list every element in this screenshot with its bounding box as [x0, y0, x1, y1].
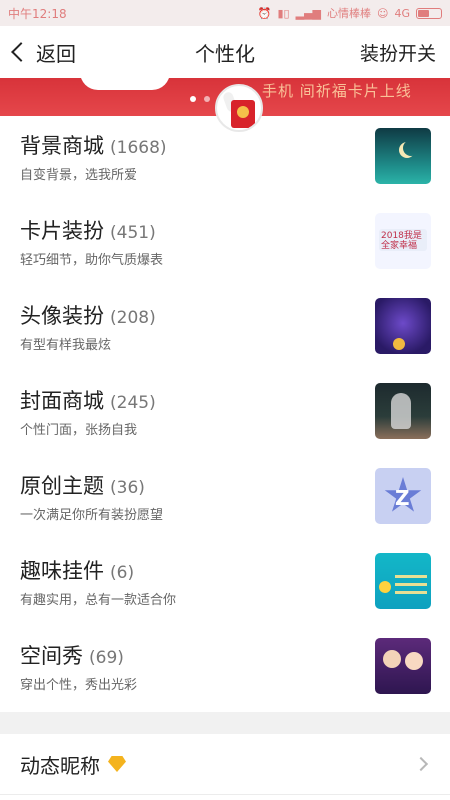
banner-dot[interactable] — [204, 96, 210, 102]
item-description: 有型有样我最炫 — [20, 338, 112, 353]
item-title-row: 趣味挂件 (6) — [20, 555, 134, 585]
list-item-cover-store[interactable]: 封面商城 (245) 个性门面，张扬自我 — [0, 371, 450, 456]
status-time: 中午12:18 — [8, 6, 67, 21]
item-count: (1668) — [110, 138, 167, 158]
widget-thumbnail — [375, 553, 431, 609]
dress-up-switch-button[interactable]: 装扮开关 — [360, 26, 436, 78]
vibrate-icon: ▮▯ — [277, 6, 290, 20]
widget-lines-decoration — [395, 575, 427, 599]
banner-dot[interactable] — [190, 96, 196, 102]
item-count: (69) — [89, 648, 124, 668]
item-count: (6) — [110, 563, 135, 583]
item-count: (245) — [110, 393, 156, 413]
list-item-card-dressup[interactable]: 卡片装扮 (451) 轻巧细节，助你气质爆表 2018我是 全家幸福 — [0, 201, 450, 286]
back-chevron-icon — [11, 42, 31, 62]
item-title: 趣味挂件 — [20, 559, 104, 583]
section-divider — [0, 712, 450, 734]
item-count: (451) — [110, 223, 156, 243]
item-description: 有趣实用，总有一款适合你 — [20, 593, 177, 608]
signal-icon: ▂▄▆ — [295, 6, 321, 20]
cover-thumbnail — [375, 383, 431, 439]
list-item-original-theme[interactable]: 原创主题 (36) 一次满足你所有装扮愿望 Z — [0, 456, 450, 541]
dynamic-nickname-row[interactable]: 动态昵称 — [0, 734, 450, 794]
card-thumbnail-text: 2018我是 全家幸福 — [381, 231, 422, 251]
list-item-space-show[interactable]: 空间秀 (69) 穿出个性，秀出光彩 — [0, 626, 450, 711]
item-description: 个性门面，张扬自我 — [20, 423, 138, 438]
item-title: 封面商城 — [20, 389, 104, 413]
status-carrier: 心情棒棒 — [327, 7, 371, 20]
battery-fill — [418, 9, 429, 17]
banner-text: 手机 间祈福卡片上线 — [262, 82, 412, 100]
item-count: (208) — [110, 308, 156, 328]
chevron-right-icon — [413, 756, 429, 772]
battery-icon — [416, 7, 442, 19]
back-label: 返回 — [36, 41, 76, 66]
alarm-icon: ⏰ — [257, 6, 272, 20]
item-description: 轻巧细节，助你气质爆表 — [20, 253, 164, 268]
list-item-fun-widget[interactable]: 趣味挂件 (6) 有趣实用，总有一款适合你 — [0, 541, 450, 626]
item-title: 头像装扮 — [20, 304, 104, 328]
item-title-row: 封面商城 (245) — [20, 385, 156, 415]
status-bar: 中午12:18 ⏰ ▮▯ ▂▄▆ 心情棒棒 ☺ 4G — [0, 0, 450, 26]
item-title-row: 原创主题 (36) — [20, 470, 145, 500]
diamond-icon — [108, 756, 126, 772]
item-title: 空间秀 — [20, 644, 83, 668]
card-thumbnail: 2018我是 全家幸福 — [375, 213, 431, 269]
list-item-avatar-dressup[interactable]: 头像装扮 (208) 有型有样我最炫 — [0, 286, 450, 371]
moon-night-thumbnail — [375, 128, 431, 184]
item-title-row: 头像装扮 (208) — [20, 300, 156, 330]
dress-up-category-list: 背景商城 (1668) 自变背景，选我所爱 卡片装扮 (451) 轻巧细节，助你… — [0, 116, 450, 711]
avatar-thumbnail — [375, 298, 431, 354]
item-description: 一次满足你所有装扮愿望 — [20, 508, 164, 523]
dynamic-nickname-label: 动态昵称 — [20, 753, 100, 778]
item-description: 穿出个性，秀出光彩 — [20, 678, 138, 693]
item-count: (36) — [110, 478, 145, 498]
bottom-divider — [0, 794, 450, 800]
item-title-row: 卡片装扮 (451) — [20, 215, 156, 245]
item-title-row: 空间秀 (69) — [20, 640, 124, 670]
list-item-background-store[interactable]: 背景商城 (1668) 自变背景，选我所爱 — [0, 116, 450, 201]
banner-cloud-decoration — [80, 72, 170, 90]
status-right: ⏰ ▮▯ ▂▄▆ 心情棒棒 ☺ 4G — [258, 5, 442, 21]
item-title-row: 背景商城 (1668) — [20, 130, 167, 160]
space-show-thumbnail — [375, 638, 431, 694]
promo-banner[interactable]: 手机 间祈福卡片上线 — [0, 72, 450, 132]
item-title: 卡片装扮 — [20, 219, 104, 243]
qq-logo-icon: Z — [395, 486, 410, 510]
qq-star-theme-icon: Z — [375, 468, 431, 524]
nav-bar: 返回 个性化 装扮开关 — [0, 26, 450, 78]
emoji-icon: ☺ — [377, 6, 389, 20]
network-type: 4G — [394, 6, 410, 20]
item-title: 背景商城 — [20, 134, 104, 158]
item-description: 自变背景，选我所爱 — [20, 168, 138, 183]
item-title: 原创主题 — [20, 474, 104, 498]
back-button[interactable]: 返回 — [10, 26, 76, 78]
